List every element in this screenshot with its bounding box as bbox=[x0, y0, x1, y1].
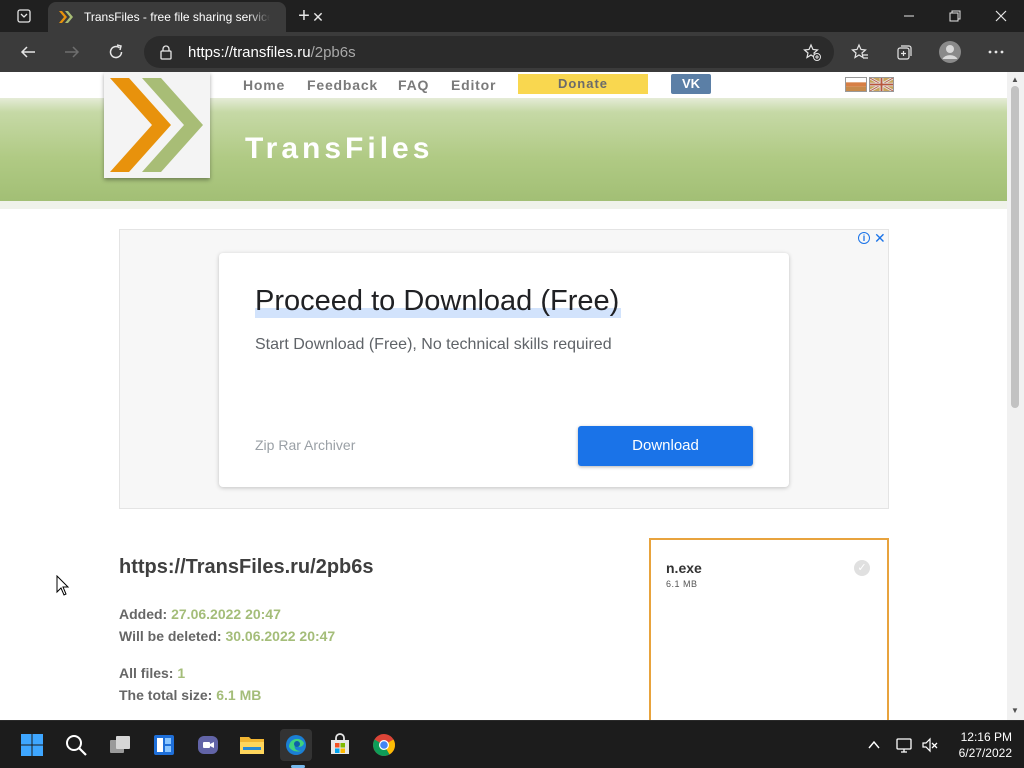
task-view-icon[interactable] bbox=[104, 729, 136, 761]
collections-icon[interactable] bbox=[888, 36, 920, 68]
total-size-value: 6.1 MB bbox=[216, 687, 262, 703]
tab-actions-icon[interactable] bbox=[8, 5, 40, 27]
url-text[interactable]: https://transfiles.ru/2pb6s bbox=[188, 44, 356, 61]
taskbar-date[interactable]: 6/27/2022 bbox=[950, 746, 1012, 760]
restore-button[interactable] bbox=[932, 0, 978, 32]
url-host: https://transfiles.ru bbox=[188, 44, 311, 61]
added-label: Added: bbox=[119, 606, 168, 622]
file-size: 6.1 MB bbox=[666, 579, 698, 589]
site-logo[interactable] bbox=[104, 72, 210, 178]
page-viewport: Home Feedback FAQ Editor Donate VK Trans… bbox=[0, 72, 1007, 720]
nav-editor[interactable]: Editor bbox=[451, 77, 496, 93]
scroll-down-icon[interactable]: ▼ bbox=[1011, 706, 1019, 715]
all-files-row: All files: 1 bbox=[119, 665, 185, 681]
scroll-up-icon[interactable]: ▲ bbox=[1011, 75, 1019, 84]
chrome-icon[interactable] bbox=[368, 729, 400, 761]
vk-button[interactable]: VK bbox=[671, 74, 711, 94]
deleted-label: Will be deleted: bbox=[119, 628, 222, 644]
ad-info-icon[interactable]: i bbox=[858, 232, 870, 244]
file-explorer-icon[interactable] bbox=[236, 729, 268, 761]
donate-button[interactable]: Donate bbox=[518, 74, 648, 94]
ad-brand: Zip Rar Archiver bbox=[255, 437, 356, 453]
profile-avatar-icon[interactable] bbox=[934, 36, 966, 68]
file-select-check-icon[interactable]: ✓ bbox=[854, 560, 870, 576]
transfiles-favicon-icon bbox=[59, 11, 73, 23]
forward-button[interactable] bbox=[56, 36, 88, 68]
ad-close-icon[interactable]: ✕ bbox=[874, 230, 886, 247]
page-scrollbar[interactable]: ▲ ▼ bbox=[1007, 72, 1024, 720]
site-title: TransFiles bbox=[245, 132, 434, 165]
uk-flag-icon[interactable] bbox=[869, 77, 894, 92]
lock-icon[interactable] bbox=[158, 44, 174, 60]
start-menu-icon[interactable] bbox=[16, 729, 48, 761]
refresh-button[interactable] bbox=[100, 36, 132, 68]
russian-flag-icon[interactable] bbox=[845, 77, 867, 92]
more-options-icon[interactable] bbox=[980, 36, 1012, 68]
edge-browser-icon[interactable] bbox=[280, 729, 312, 761]
ad-card[interactable]: Proceed to Download (Free) Start Downloa… bbox=[219, 253, 789, 487]
added-row: Added: 27.06.2022 20:47 bbox=[119, 606, 281, 622]
deleted-row: Will be deleted: 30.06.2022 20:47 bbox=[119, 628, 335, 644]
minimize-button[interactable] bbox=[886, 0, 932, 32]
nav-faq[interactable]: FAQ bbox=[398, 77, 429, 93]
browser-tab[interactable]: TransFiles - free file sharing service ✕ bbox=[48, 2, 324, 32]
close-window-button[interactable] bbox=[978, 0, 1024, 32]
browser-toolbar: https://transfiles.ru/2pb6s bbox=[0, 32, 1024, 72]
advertisement: i ✕ Proceed to Download (Free) Start Dow… bbox=[119, 229, 889, 509]
deleted-value: 30.06.2022 20:47 bbox=[225, 628, 336, 644]
added-value: 27.06.2022 20:47 bbox=[171, 606, 281, 622]
nav-feedback[interactable]: Feedback bbox=[307, 77, 378, 93]
ad-headline[interactable]: Proceed to Download (Free) bbox=[255, 285, 622, 318]
network-icon[interactable] bbox=[892, 729, 916, 761]
file-name[interactable]: n.exe bbox=[666, 560, 702, 576]
teams-chat-icon[interactable] bbox=[192, 729, 224, 761]
favorites-icon[interactable] bbox=[844, 36, 876, 68]
browser-titlebar: TransFiles - free file sharing service ✕… bbox=[0, 0, 1024, 32]
search-icon[interactable] bbox=[60, 729, 92, 761]
microsoft-store-icon[interactable] bbox=[324, 729, 356, 761]
windows-taskbar: 12:16 PM 6/27/2022 bbox=[0, 720, 1024, 768]
volume-muted-icon[interactable] bbox=[918, 729, 942, 761]
widgets-icon[interactable] bbox=[148, 729, 180, 761]
tab-title: TransFiles - free file sharing service bbox=[84, 10, 270, 24]
mouse-cursor-icon bbox=[56, 575, 70, 596]
total-size-row: The total size: 6.1 MB bbox=[119, 687, 261, 703]
nav-home[interactable]: Home bbox=[243, 77, 285, 93]
all-files-label: All files: bbox=[119, 665, 174, 681]
all-files-value: 1 bbox=[177, 665, 186, 681]
file-share-link[interactable]: https://TransFiles.ru/2pb6s bbox=[119, 556, 374, 579]
total-size-label: The total size: bbox=[119, 687, 213, 703]
url-path: /2pb6s bbox=[310, 44, 356, 61]
add-favorite-icon[interactable] bbox=[796, 36, 828, 68]
show-hidden-icons-icon[interactable] bbox=[862, 729, 886, 761]
ad-download-button[interactable]: Download bbox=[578, 426, 753, 466]
new-tab-button[interactable]: + bbox=[292, 5, 316, 27]
taskbar-time[interactable]: 12:16 PM bbox=[950, 730, 1012, 744]
address-bar[interactable]: https://transfiles.ru/2pb6s bbox=[144, 36, 834, 68]
back-button[interactable] bbox=[12, 36, 44, 68]
scrollbar-thumb[interactable] bbox=[1011, 86, 1019, 408]
header-divider bbox=[0, 201, 1007, 209]
file-card[interactable]: n.exe 6.1 MB ✓ bbox=[649, 538, 889, 720]
ad-subtext: Start Download (Free), No technical skil… bbox=[255, 336, 612, 353]
